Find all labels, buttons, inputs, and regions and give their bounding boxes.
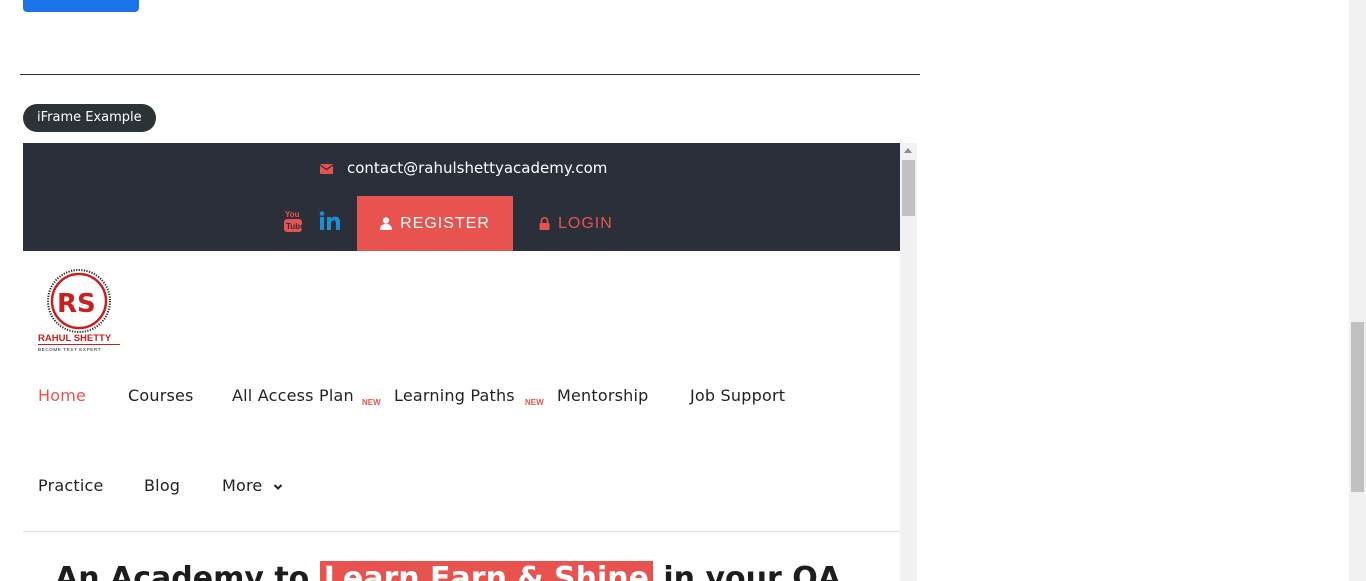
chevron-down-icon <box>273 484 282 490</box>
hero-suffix: in your QA <box>652 561 841 581</box>
page-scrollbar[interactable] <box>1349 0 1366 581</box>
nav-home[interactable]: Home <box>38 386 86 405</box>
logo-tagline: BECOME TEST EXPERT <box>38 347 101 352</box>
user-icon <box>380 217 393 230</box>
new-badge: NEW <box>362 398 381 407</box>
register-label: REGISTER <box>400 214 490 232</box>
nav-practice[interactable]: Practice <box>38 476 104 495</box>
iframe-example-label: iFrame Example <box>23 104 156 132</box>
new-badge: NEW <box>525 398 544 407</box>
nav-more[interactable]: More <box>222 476 283 495</box>
logo-text: RAHUL SHETTY <box>38 333 112 344</box>
top-bar: contact@rahulshettyacademy.com You Tube … <box>23 143 900 251</box>
nav-learning-paths[interactable]: Learning Paths <box>394 386 515 405</box>
hero-highlight: Learn Earn & Shine <box>319 561 653 581</box>
nav-courses[interactable]: Courses <box>128 386 194 405</box>
contact-email-link[interactable]: contact@rahulshettyacademy.com <box>347 159 607 177</box>
academy-logo[interactable]: RS RAHUL SHETTY BECOME TEST EXPERT <box>37 268 121 354</box>
nav-job-support[interactable]: Job Support <box>690 386 785 405</box>
login-button[interactable]: LOGIN <box>539 196 649 251</box>
svg-text:RS: RS <box>57 289 96 319</box>
envelope-icon <box>320 164 333 174</box>
iframe-scrollbar[interactable] <box>900 143 917 581</box>
lock-icon <box>539 217 550 230</box>
svg-text:You: You <box>285 210 300 219</box>
linkedin-icon[interactable] <box>319 211 341 231</box>
header-divider <box>23 531 900 532</box>
page-scrollbar-thumb[interactable] <box>1351 322 1364 492</box>
divider <box>20 74 920 75</box>
svg-text:Tube: Tube <box>286 222 303 231</box>
scroll-up-arrow-icon[interactable] <box>904 148 912 153</box>
register-button[interactable]: REGISTER <box>357 196 513 251</box>
nav-more-label: More <box>222 476 263 495</box>
iframe-container[interactable]: contact@rahulshettyacademy.com You Tube … <box>23 143 917 581</box>
youtube-icon[interactable]: You Tube <box>283 209 303 233</box>
iframe-page: contact@rahulshettyacademy.com You Tube … <box>23 143 900 581</box>
nav-blog[interactable]: Blog <box>144 476 180 495</box>
hero-heading: An Academy to Learn Earn & Shine in your… <box>55 561 841 581</box>
login-label: LOGIN <box>558 214 613 232</box>
nav-all-access-plan[interactable]: All Access Plan <box>232 386 354 405</box>
hero-prefix: An Academy to <box>55 561 320 581</box>
primary-button[interactable] <box>23 0 139 12</box>
iframe-scrollbar-thumb[interactable] <box>902 160 915 216</box>
nav-mentorship[interactable]: Mentorship <box>557 386 649 405</box>
